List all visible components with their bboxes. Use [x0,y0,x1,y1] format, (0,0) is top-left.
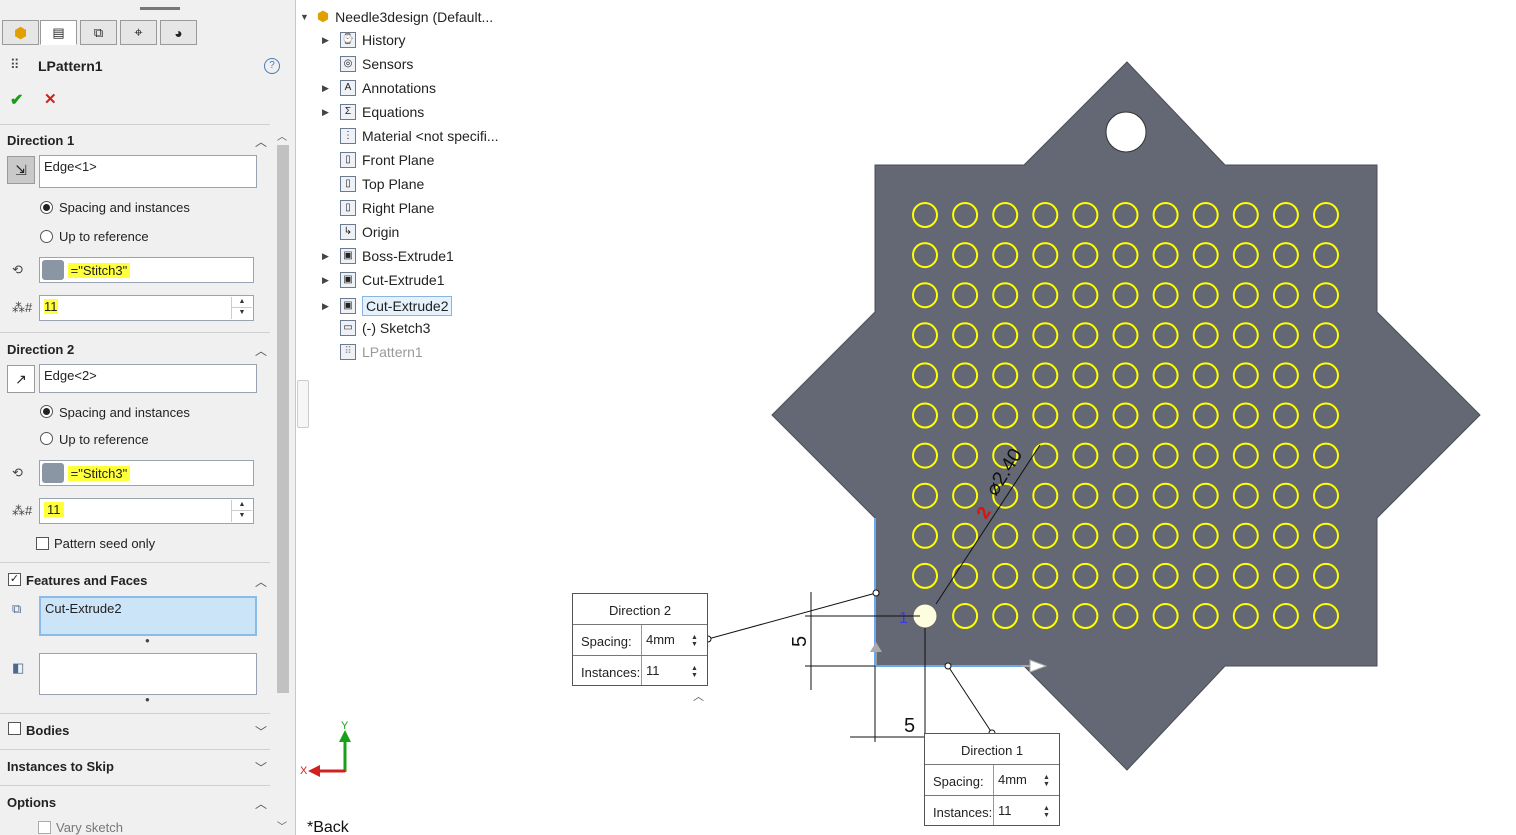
direction1-callout: Direction 1 Spacing: 4mm Instances: 11 ▲… [924,733,1060,826]
graphics-viewport[interactable]: 1 ⌀2.40 2 5 5 Y X *Back [0,0,1516,835]
callout-instances-value: 11 [646,663,660,678]
callout-instances-label: Instances: [933,805,993,820]
callout-spacing-value: 4mm [998,772,1027,787]
vertical-dimension[interactable]: 5 [789,636,811,647]
triad-x-arrowhead [308,765,320,777]
callout-title: Direction 2 [609,603,672,618]
triad-y-label: Y [341,720,349,732]
direction2-callout: Direction 2 Spacing: 4mm Instances: 11 ▲… [572,593,708,686]
callout-instances-value: 11 [998,803,1012,818]
spinner-icon[interactable]: ▲ ▼ [691,665,698,679]
triad-x-label: X [300,765,308,777]
spinner-icon[interactable]: ▲ ▼ [1043,805,1050,819]
seed-hole-label: 1 [899,610,908,627]
callout-leader [947,665,993,734]
callout-spacing-value: 4mm [646,632,675,647]
callout-spacing-label: Spacing: [581,634,632,649]
spinner-icon[interactable]: ▲ ▼ [1043,774,1050,788]
view-orientation-label: *Back [307,819,350,835]
callout-title: Direction 1 [961,743,1024,758]
callout-anchor [872,589,880,597]
horizontal-dimension[interactable]: 5 [904,715,915,737]
part-body[interactable] [771,61,1481,771]
callout-collapse-icon[interactable]: ︿ [693,688,704,704]
hanging-hole [1105,111,1147,153]
spinner-icon[interactable]: ▲ ▼ [691,634,698,648]
callout-spacing-label: Spacing: [933,774,984,789]
callout-anchor [944,662,952,670]
callout-instances-label: Instances: [581,665,641,680]
